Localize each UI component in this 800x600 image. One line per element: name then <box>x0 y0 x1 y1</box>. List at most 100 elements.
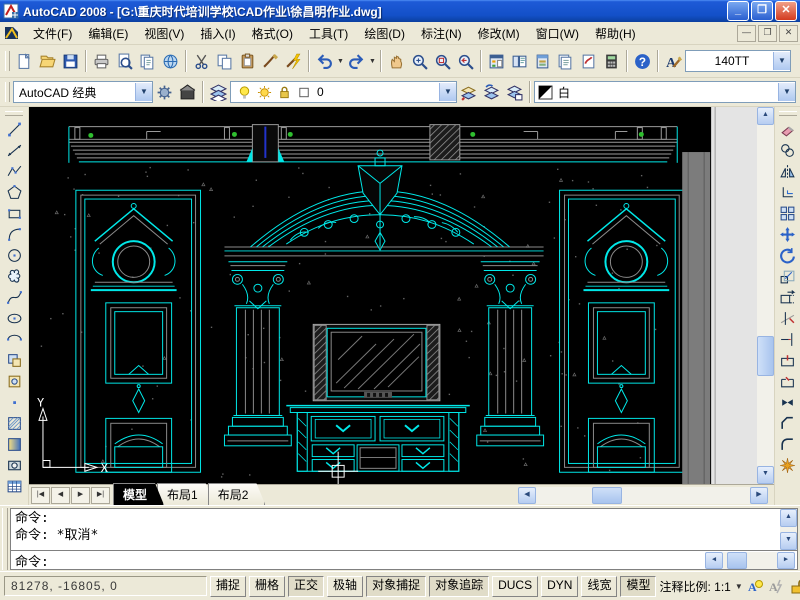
trim-icon[interactable] <box>776 308 800 329</box>
color-combo[interactable]: 白 ▼ <box>534 81 796 103</box>
undo-icon[interactable] <box>313 50 336 73</box>
block-editor-icon[interactable] <box>282 50 305 73</box>
break-at-point-icon[interactable] <box>776 350 800 371</box>
menu-help[interactable]: 帮助(H) <box>587 22 644 45</box>
menu-modify[interactable]: 修改(M) <box>470 22 528 45</box>
toggle-snap[interactable]: 捕捉 <box>210 576 246 597</box>
minimize-button[interactable]: _ <box>727 1 749 21</box>
rotate-icon[interactable] <box>776 245 800 266</box>
command-history[interactable]: 命令: 命令: *取消* <box>11 509 780 550</box>
restore-button[interactable]: ❐ <box>751 1 773 21</box>
rectangle-icon[interactable] <box>2 203 26 224</box>
cut-icon[interactable] <box>190 50 213 73</box>
zoom-window-icon[interactable] <box>431 50 454 73</box>
scroll-thumb[interactable] <box>727 552 747 569</box>
circle-icon[interactable] <box>2 245 26 266</box>
menu-file[interactable]: 文件(F) <box>25 22 80 45</box>
scroll-down-icon[interactable]: ▼ <box>757 466 774 484</box>
scroll-down-icon[interactable]: ▼ <box>780 532 797 550</box>
spline-icon[interactable] <box>2 287 26 308</box>
toggle-model[interactable]: 模型 <box>620 576 656 597</box>
polyline-icon[interactable] <box>2 161 26 182</box>
toolbar-grip[interactable] <box>779 111 797 116</box>
annotation-visibility-icon[interactable]: A <box>747 578 764 595</box>
publish-icon[interactable] <box>136 50 159 73</box>
command-scrollbar[interactable]: ▲ ▼ <box>780 509 797 550</box>
make-object-layer-current-icon[interactable] <box>457 81 480 104</box>
toolbar-grip[interactable] <box>5 51 10 71</box>
tab-last-button[interactable]: ▶| <box>91 487 110 504</box>
layer-lock-icon[interactable] <box>277 85 292 100</box>
save-icon[interactable] <box>59 50 82 73</box>
annotation-autoscale-icon[interactable]: A <box>768 578 785 595</box>
text-style-combo[interactable]: 140TT ▼ <box>685 50 791 72</box>
paste-icon[interactable] <box>236 50 259 73</box>
toolbar-unlock-icon[interactable] <box>789 578 800 595</box>
chevron-down-icon[interactable]: ▼ <box>773 52 790 70</box>
command-hscrollbar[interactable]: ◀ ▶ <box>705 552 795 569</box>
toggle-dyn[interactable]: DYN <box>541 576 578 597</box>
properties-icon[interactable] <box>485 50 508 73</box>
open-icon[interactable] <box>36 50 59 73</box>
menu-edit[interactable]: 编辑(E) <box>80 22 136 45</box>
design-center-icon[interactable] <box>508 50 531 73</box>
menu-window[interactable]: 窗口(W) <box>528 22 587 45</box>
horizontal-scroll-thumb[interactable] <box>592 487 622 504</box>
menu-view[interactable]: 视图(V) <box>136 22 192 45</box>
stretch-icon[interactable] <box>776 287 800 308</box>
polygon-icon[interactable] <box>2 182 26 203</box>
chevron-down-icon[interactable]: ▼ <box>135 83 152 101</box>
menu-dimension[interactable]: 标注(N) <box>413 22 470 45</box>
toggle-otrack[interactable]: 对象追踪 <box>429 576 489 597</box>
chevron-down-icon[interactable]: ▼ <box>778 83 795 101</box>
menu-tools[interactable]: 工具(T) <box>301 22 356 45</box>
table-icon[interactable] <box>2 476 26 497</box>
toolbar-grip[interactable] <box>5 82 10 102</box>
offset-icon[interactable] <box>776 182 800 203</box>
line-icon[interactable] <box>2 119 26 140</box>
3d-dwf-icon[interactable] <box>159 50 182 73</box>
help-icon[interactable]: ? <box>631 50 654 73</box>
title-bar[interactable]: AutoCAD 2008 - [G:\重庆时代培训学校\CAD作业\徐昌明作业.… <box>0 0 800 22</box>
tab-prev-button[interactable]: ◀ <box>51 487 70 504</box>
zoom-realtime-icon[interactable] <box>408 50 431 73</box>
layer-states-manager-icon[interactable] <box>503 81 526 104</box>
layer-color-swatch-icon[interactable] <box>297 85 312 100</box>
region-icon[interactable] <box>2 455 26 476</box>
new-icon[interactable] <box>13 50 36 73</box>
plot-icon[interactable] <box>90 50 113 73</box>
toggle-lwt[interactable]: 线宽 <box>581 576 617 597</box>
copy-clip-icon[interactable] <box>213 50 236 73</box>
toggle-polar[interactable]: 极轴 <box>327 576 363 597</box>
toggle-grid[interactable]: 栅格 <box>249 576 285 597</box>
annotation-scale-value[interactable]: 1:1 <box>714 580 731 594</box>
toggle-osnap[interactable]: 对象捕捉 <box>366 576 426 597</box>
drawing-canvas[interactable]: Y X <box>29 107 757 484</box>
arc-icon[interactable] <box>2 224 26 245</box>
tab-model[interactable]: 模型 <box>113 483 164 505</box>
scale-icon[interactable] <box>776 266 800 287</box>
chevron-down-icon[interactable]: ▼ <box>735 582 743 591</box>
scroll-up-icon[interactable]: ▲ <box>780 509 797 527</box>
menu-draw[interactable]: 绘图(D) <box>356 22 413 45</box>
join-icon[interactable] <box>776 392 800 413</box>
break-icon[interactable] <box>776 371 800 392</box>
tab-layout1[interactable]: 布局1 <box>157 483 215 505</box>
markup-set-manager-icon[interactable] <box>577 50 600 73</box>
ellipse-arc-icon[interactable] <box>2 329 26 350</box>
chevron-down-icon[interactable]: ▼ <box>439 83 456 101</box>
toolbar-grip[interactable] <box>5 111 23 116</box>
pan-icon[interactable] <box>385 50 408 73</box>
toggle-ducs[interactable]: DUCS <box>492 576 538 597</box>
workspace-combo[interactable]: AutoCAD 经典 ▼ <box>13 81 153 103</box>
workspace-settings-icon[interactable] <box>153 81 176 104</box>
tab-first-button[interactable]: |◀ <box>31 487 50 504</box>
mirror-icon[interactable] <box>776 161 800 182</box>
command-input-line[interactable]: 命令: ◀ ▶ <box>11 550 797 569</box>
move-icon[interactable] <box>776 224 800 245</box>
redo-icon[interactable] <box>345 50 368 73</box>
layer-freeze-sun-icon[interactable] <box>257 85 272 100</box>
mdi-restore-button[interactable]: ❐ <box>758 25 777 42</box>
sheet-set-manager-icon[interactable] <box>554 50 577 73</box>
vertical-scroll-thumb[interactable] <box>757 336 774 376</box>
